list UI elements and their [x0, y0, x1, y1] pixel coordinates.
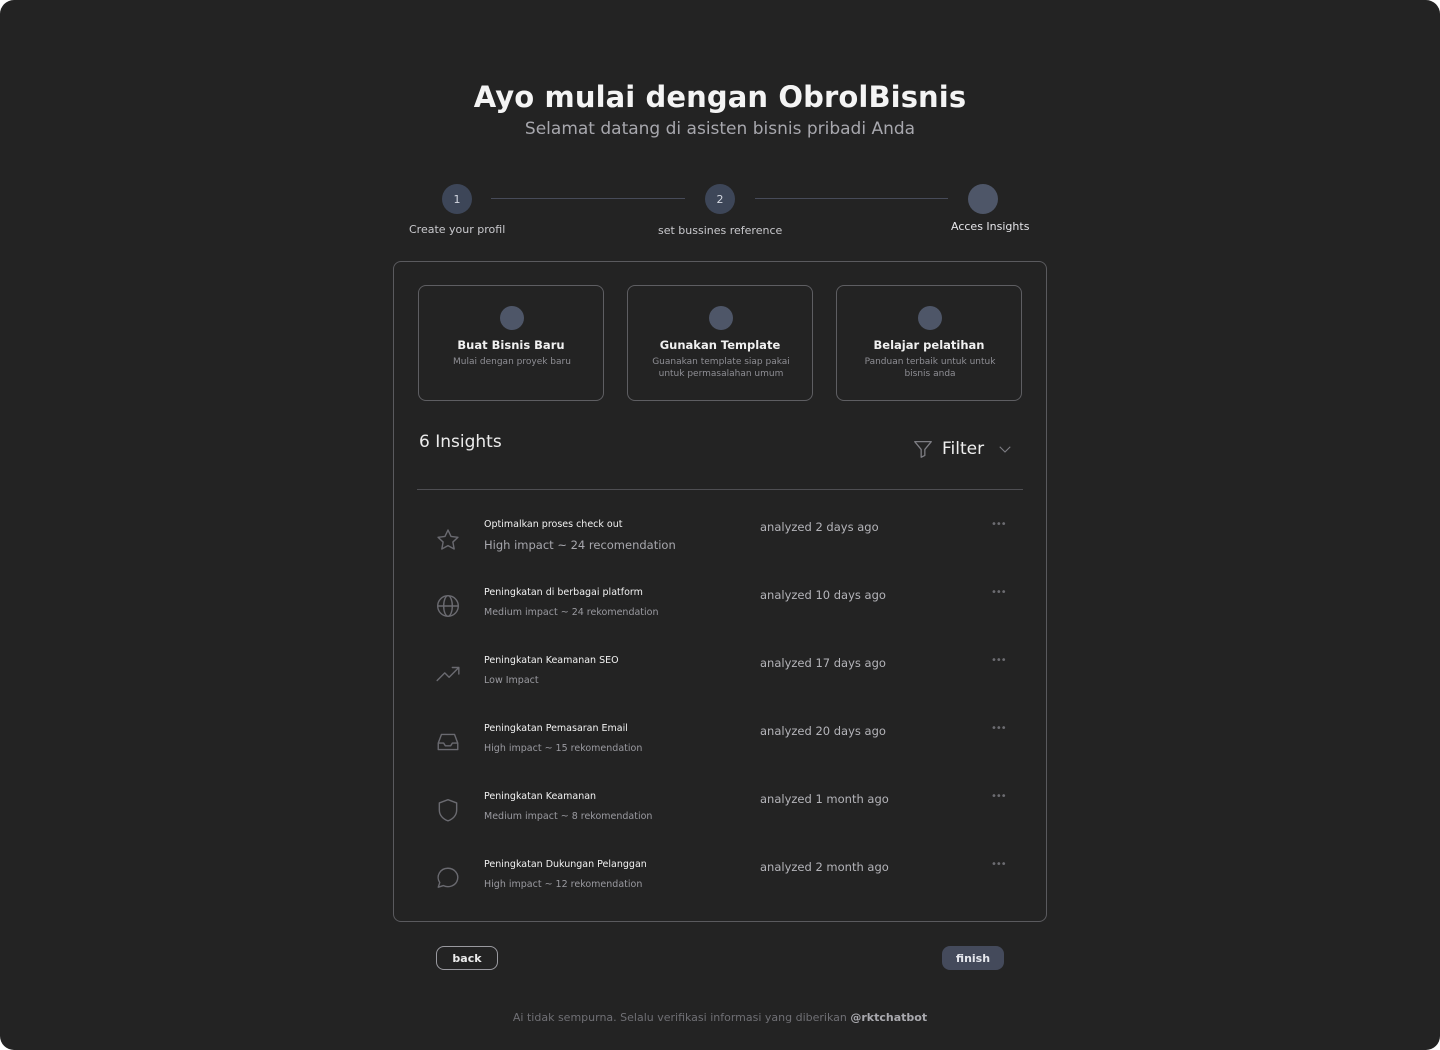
trending-up-icon — [436, 666, 460, 682]
insight-row[interactable]: Optimalkan proses check out High impact … — [417, 519, 1023, 587]
insight-impact: High impact ~ 12 rekomendation — [484, 879, 643, 890]
card-title: Gunakan Template — [659, 338, 781, 352]
filter-label: Filter — [942, 439, 985, 459]
insight-title: Peningkatan Dukungan Pelanggan — [484, 859, 647, 870]
card-icon — [709, 306, 733, 330]
disclaimer-footer: Ai tidak sempurna. Selalu verifikasi inf… — [0, 1011, 1440, 1024]
more-options-icon[interactable]: ••• — [991, 723, 1007, 734]
card-description: Panduan terbaik untuk untuk bisnis anda — [864, 357, 996, 379]
divider — [417, 489, 1023, 490]
step-1-indicator[interactable]: 1 — [442, 184, 472, 214]
insight-title: Peningkatan Keamanan — [484, 791, 597, 802]
insight-row[interactable]: Peningkatan Pemasaran Email High impact … — [417, 723, 1023, 791]
card-icon — [918, 306, 942, 330]
chat-bubble-icon — [437, 867, 459, 888]
insight-row[interactable]: Peningkatan Keamanan Medium impact ~ 8 r… — [417, 791, 1023, 859]
insight-impact: High impact ~ 24 recomendation — [484, 538, 676, 552]
insight-row[interactable]: Peningkatan di berbagai platform Medium … — [417, 587, 1023, 655]
chevron-down-icon — [999, 446, 1011, 453]
finish-button[interactable]: finish — [942, 946, 1004, 970]
step-connector — [755, 198, 948, 199]
step-2-label: set bussines reference — [658, 224, 783, 237]
inbox-icon — [437, 733, 459, 751]
insight-row[interactable]: Peningkatan Dukungan Pelanggan High impa… — [417, 859, 1023, 927]
more-options-icon[interactable]: ••• — [991, 519, 1007, 530]
disclaimer-text: Ai tidak sempurna. Selalu verifikasi inf… — [512, 1011, 851, 1024]
card-title: Belajar pelatihan — [873, 338, 985, 352]
insight-title: Peningkatan di berbagai platform — [484, 587, 643, 598]
page-title: Ayo mulai dengan ObrolBisnis — [473, 80, 967, 114]
more-options-icon[interactable]: ••• — [991, 859, 1007, 870]
card-learn-training[interactable]: Belajar pelatihan Panduan terbaik untuk … — [836, 285, 1022, 401]
step-3-label: Acces Insights — [951, 220, 1030, 233]
filter-icon — [914, 441, 932, 458]
star-icon — [437, 529, 459, 550]
card-description: Guanakan template siap pakai untuk perma… — [652, 357, 790, 379]
shield-icon — [438, 799, 458, 822]
more-options-icon[interactable]: ••• — [991, 791, 1007, 802]
insight-impact: Low Impact — [484, 675, 539, 686]
insight-title: Peningkatan Pemasaran Email — [484, 723, 628, 734]
card-icon — [500, 306, 524, 330]
more-options-icon[interactable]: ••• — [991, 587, 1007, 598]
insight-analyzed-time: analyzed 1 month ago — [760, 792, 889, 806]
insights-count-heading: 6 Insights — [419, 432, 502, 452]
step-1-label: Create your profil — [409, 223, 506, 236]
step-3-indicator[interactable] — [968, 184, 998, 214]
app-frame: Ayo mulai dengan ObrolBisnis Selamat dat… — [0, 0, 1440, 1050]
insight-impact: High impact ~ 15 rekomendation — [484, 743, 643, 754]
globe-icon — [437, 595, 459, 617]
more-options-icon[interactable]: ••• — [991, 655, 1007, 666]
insight-row[interactable]: Peningkatan Keamanan SEO Low Impact anal… — [417, 655, 1023, 723]
card-description: Mulai dengan proyek baru — [453, 357, 571, 367]
card-use-template[interactable]: Gunakan Template Guanakan template siap … — [627, 285, 813, 401]
insight-title: Optimalkan proses check out — [484, 519, 623, 530]
card-title: Buat Bisnis Baru — [457, 338, 565, 352]
filter-dropdown[interactable]: Filter — [912, 437, 1022, 461]
insight-impact: Medium impact ~ 8 rekomendation — [484, 811, 653, 822]
insight-analyzed-time: analyzed 10 days ago — [760, 588, 886, 602]
page-subtitle: Selamat datang di asisten bisnis pribadi… — [524, 119, 916, 139]
insight-analyzed-time: analyzed 2 month ago — [760, 860, 889, 874]
card-new-business[interactable]: Buat Bisnis Baru Mulai dengan proyek bar… — [418, 285, 604, 401]
insight-title: Peningkatan Keamanan SEO — [484, 655, 619, 666]
step-2-indicator[interactable]: 2 — [705, 184, 735, 214]
back-button[interactable]: back — [436, 946, 498, 970]
insight-analyzed-time: analyzed 17 days ago — [760, 656, 886, 670]
insight-analyzed-time: analyzed 20 days ago — [760, 724, 886, 738]
insight-impact: Medium impact ~ 24 rekomendation — [484, 607, 659, 618]
insight-analyzed-time: analyzed 2 days ago — [760, 520, 879, 534]
step-connector — [491, 198, 685, 199]
footer-handle[interactable]: @rktchatbot — [850, 1011, 927, 1024]
